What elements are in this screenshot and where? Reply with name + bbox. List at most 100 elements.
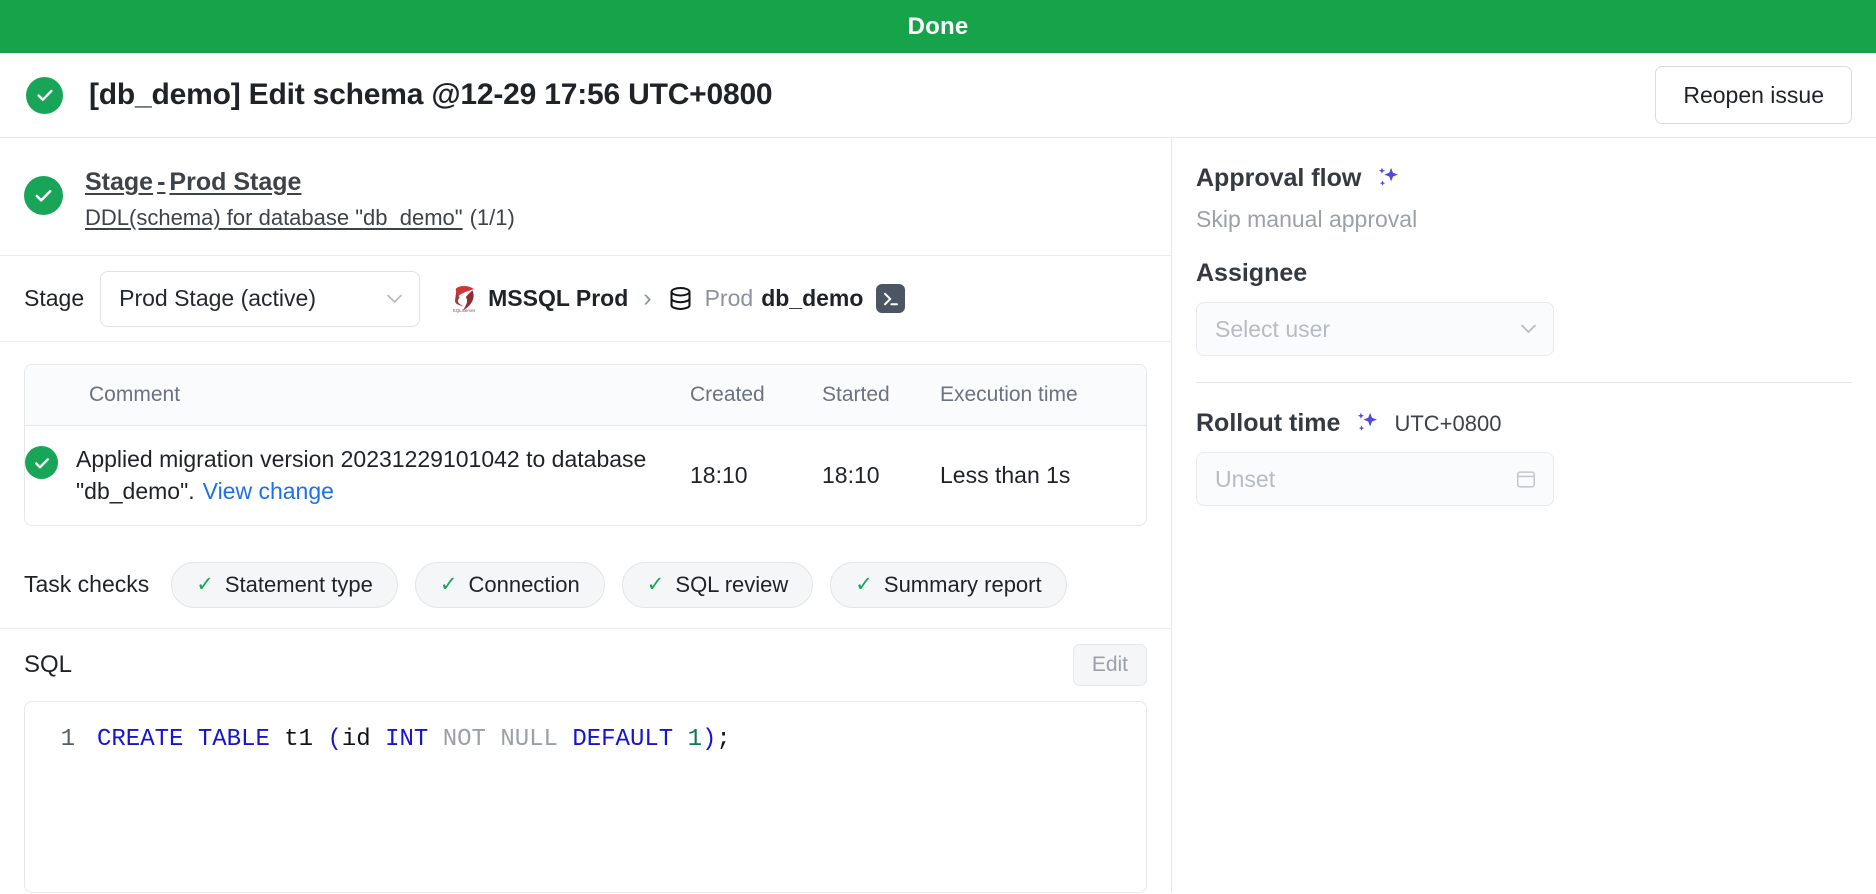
task-check-summary-report[interactable]: ✓ Summary report: [830, 561, 1067, 608]
assignee-placeholder: Select user: [1215, 315, 1331, 342]
issue-status-label: Done: [907, 12, 969, 40]
sql-section-title: SQL: [24, 651, 73, 679]
terminal-icon[interactable]: [876, 284, 906, 313]
check-icon: ✓: [855, 573, 873, 597]
stage-select-value: Prod Stage (active): [119, 285, 316, 311]
rollout-timezone: UTC+0800: [1394, 410, 1502, 436]
issue-status-bar: Done: [0, 0, 1876, 53]
sql-token: 1: [687, 726, 702, 754]
task-comment-text: Applied migration version 20231229101042…: [76, 446, 647, 504]
stage-select[interactable]: Prod Stage (active): [100, 270, 421, 327]
approval-flow-label: Approval flow: [1196, 164, 1362, 192]
sqlserver-icon: SQLServer: [453, 285, 476, 313]
assignee-select[interactable]: Select user: [1196, 302, 1554, 356]
check-circle-icon: [24, 176, 63, 215]
rollout-time-input[interactable]: Unset: [1196, 452, 1554, 506]
database-breadcrumb: SQLServer MSSQL Prod › Prod db_demo: [450, 284, 906, 314]
sql-code-text: CREATE TABLE t1 (id INT NOT NULL DEFAULT…: [97, 724, 731, 755]
reopen-issue-button[interactable]: Reopen issue: [1655, 66, 1852, 124]
approval-flow-section: Approval flow Skip manual approval Assig…: [1196, 138, 1852, 383]
stage-summary: Stage - Prod Stage DDL(schema) for databas…: [0, 138, 1171, 256]
sql-token: DEFAULT: [572, 726, 674, 754]
task-check-sql-review[interactable]: ✓ SQL review: [621, 561, 814, 608]
stage-summary-dash: -: [157, 168, 166, 196]
stage-summary-prefix: Stage: [85, 168, 154, 196]
task-checks-label: Task checks: [24, 571, 150, 598]
task-check-statement-type[interactable]: ✓ Statement type: [171, 561, 398, 608]
issue-body: Stage - Prod Stage DDL(schema) for databas…: [0, 138, 1876, 893]
rollout-time-label: Rollout time: [1196, 409, 1341, 437]
column-header-execution-time: Execution time: [940, 365, 1146, 426]
breadcrumb-instance-name: MSSQL Prod: [488, 285, 629, 311]
rollout-time-section: Rollout time UTC+0800 Unset: [1196, 383, 1852, 506]
check-icon: ✓: [196, 573, 214, 597]
sql-token: t1: [269, 726, 328, 754]
breadcrumb-separator-icon: ›: [643, 284, 652, 312]
breadcrumb-database-name: db_demo: [761, 285, 864, 311]
rollout-time-placeholder: Unset: [1215, 465, 1276, 492]
edit-sql-button[interactable]: Edit: [1072, 644, 1147, 687]
sql-code-line: 1 CREATE TABLE t1 (id INT NOT NULL DEFAU…: [25, 724, 1146, 755]
sql-token: id: [341, 726, 386, 754]
task-check-connection[interactable]: ✓ Connection: [414, 561, 605, 608]
sql-token: (: [327, 726, 342, 754]
stage-summary-stage-name: Prod Stage: [169, 168, 302, 196]
task-checks-row: Task checks ✓ Statement type ✓ Connectio…: [0, 541, 1171, 630]
details-sidebar: Approval flow Skip manual approval Assig…: [1172, 138, 1876, 893]
sql-token: INT: [385, 726, 429, 754]
chevron-down-icon: [1521, 324, 1536, 334]
column-header-created: Created: [690, 365, 822, 426]
breadcrumb-database[interactable]: Prod db_demo: [667, 285, 864, 312]
sparkle-icon: [1379, 167, 1399, 186]
sql-token: NOT NULL: [442, 726, 558, 754]
check-circle-icon: [26, 76, 63, 114]
rollout-time-title: Rollout time UTC+0800: [1196, 409, 1852, 438]
assignee-label: Assignee: [1196, 259, 1308, 287]
breadcrumb-instance[interactable]: SQLServer MSSQL Prod: [450, 284, 629, 314]
sql-token: TABLE: [197, 726, 270, 754]
database-icon: [670, 287, 691, 310]
task-table: Comment Created Started Execution time A…: [25, 365, 1146, 526]
breadcrumb-environment: Prod: [704, 285, 754, 311]
calendar-icon: [1516, 471, 1536, 488]
task-table-head: Comment Created Started Execution time: [25, 365, 1146, 426]
sql-token: CREATE: [97, 726, 184, 754]
check-circle-icon: [25, 446, 58, 479]
column-header-comment: Comment: [25, 365, 690, 426]
cell-comment: Applied migration version 20231229101042…: [25, 425, 690, 526]
task-table-wrapper: Comment Created Started Execution time A…: [24, 364, 1147, 527]
cell-execution-time: Less than 1s: [940, 425, 1146, 526]
chevron-down-icon: [387, 294, 402, 303]
stage-selector-label: Stage: [24, 285, 85, 311]
stage-summary-subtitle[interactable]: DDL(schema) for database "db_demo" (1/1): [85, 205, 515, 231]
column-header-started: Started: [822, 365, 940, 426]
stage-summary-title[interactable]: Stage - Prod Stage: [85, 168, 515, 197]
table-row[interactable]: Applied migration version 20231229101042…: [25, 425, 1146, 526]
sparkle-icon: [1358, 412, 1378, 431]
approval-flow-subtitle: Skip manual approval: [1196, 206, 1418, 232]
view-change-link[interactable]: View change: [203, 478, 334, 504]
approval-flow-title: Approval flow: [1196, 164, 1852, 193]
task-check-label: Statement type: [224, 571, 373, 597]
page-title: [db_demo] Edit schema @12-29 17:56 UTC+0…: [89, 78, 773, 111]
main-column: Stage - Prod Stage DDL(schema) for databas…: [0, 138, 1172, 893]
stage-selector-row: Stage Prod Stage (active) SQLServer MSSQ…: [0, 256, 1171, 342]
stage-summary-task-name: DDL(schema) for database "db_demo": [85, 205, 463, 230]
sql-token: ): [701, 726, 717, 754]
cell-created: 18:10: [690, 425, 822, 526]
sql-editor[interactable]: 1 CREATE TABLE t1 (id INT NOT NULL DEFAU…: [24, 701, 1147, 893]
sql-token: ;: [716, 726, 731, 754]
sql-section-header: SQL Edit: [0, 629, 1171, 701]
issue-header: [db_demo] Edit schema @12-29 17:56 UTC+0…: [0, 53, 1876, 138]
task-check-label: Connection: [468, 571, 580, 597]
task-table-body: Applied migration version 20231229101042…: [25, 425, 1146, 526]
table-header-row: Comment Created Started Execution time: [25, 365, 1146, 426]
line-number: 1: [60, 726, 75, 754]
task-check-label: Summary report: [883, 571, 1042, 597]
cell-started: 18:10: [822, 425, 940, 526]
check-icon: ✓: [439, 573, 458, 597]
